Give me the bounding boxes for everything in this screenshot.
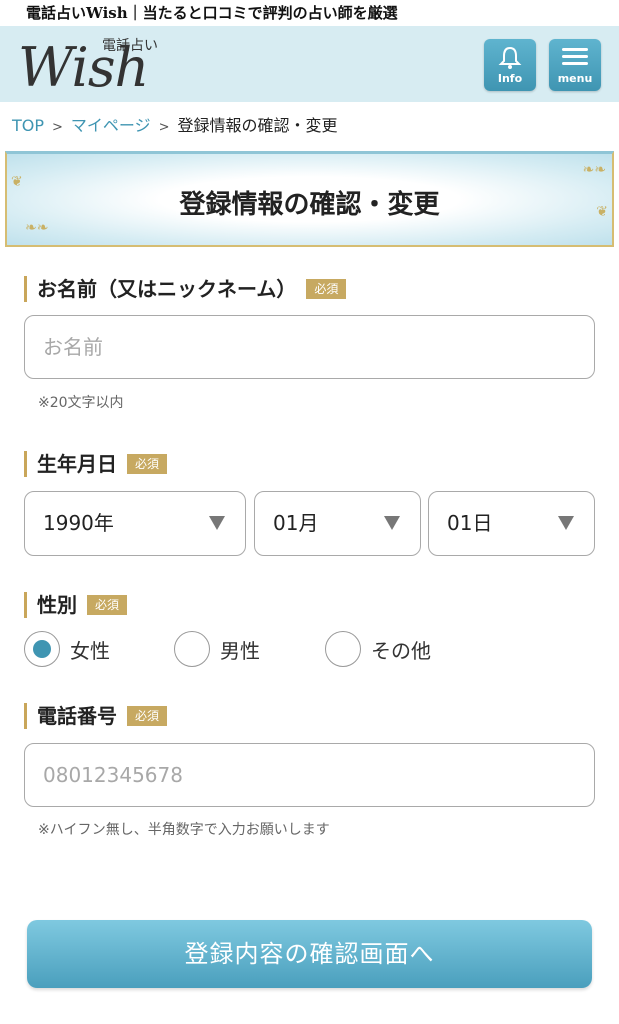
breadcrumb-separator: > xyxy=(52,120,63,135)
confirm-submit-button[interactable]: 登録内容の確認画面へ xyxy=(27,920,592,988)
radio-selected-icon xyxy=(24,631,60,667)
gender-radio-other[interactable]: その他 xyxy=(325,631,431,667)
required-badge: 必須 xyxy=(127,453,168,474)
breadcrumb-top[interactable]: TOP xyxy=(12,116,44,135)
radio-unselected-icon xyxy=(325,631,361,667)
birth-day-select[interactable]: 01日 xyxy=(428,491,595,556)
breadcrumb-separator: > xyxy=(158,120,170,135)
name-label-text: お名前（又はニックネーム） xyxy=(37,277,297,301)
radio-unselected-icon xyxy=(174,631,210,667)
leaf-ornament-icon: ❧❧ xyxy=(582,162,606,178)
chevron-down-icon xyxy=(558,516,574,530)
wish-logo[interactable]: Wish 電話占い xyxy=(14,32,184,99)
breadcrumb: TOP > マイページ > 登録情報の確認・変更 xyxy=(12,114,338,140)
birthdate-label-text: 生年月日 xyxy=(37,452,117,476)
phone-note: ※ハイフン無し、半角数字で入力お願いします xyxy=(38,822,330,838)
required-badge: 必須 xyxy=(87,594,128,615)
gender-radio-female[interactable]: 女性 xyxy=(24,631,110,667)
birth-day-value: 01日 xyxy=(447,511,493,535)
gender-radio-male[interactable]: 男性 xyxy=(174,631,260,667)
birth-month-value: 01月 xyxy=(273,511,319,535)
name-label: お名前（又はニックネーム） 必須 xyxy=(24,276,347,302)
breadcrumb-mypage[interactable]: マイページ xyxy=(71,116,151,135)
page-title-banner: ❦ ❧❧ ❧❧ ❦ 登録情報の確認・変更 xyxy=(5,151,614,247)
name-input[interactable] xyxy=(24,315,595,379)
gender-label: 性別 必須 xyxy=(24,592,128,618)
chevron-down-icon xyxy=(209,516,225,530)
birthdate-label: 生年月日 必須 xyxy=(24,451,168,477)
breadcrumb-current: 登録情報の確認・変更 xyxy=(177,116,338,135)
bell-icon xyxy=(484,45,536,71)
birth-year-value: 1990年 xyxy=(43,511,114,535)
info-label: Info xyxy=(497,72,523,85)
site-tagline: 電話占いWish｜当たると口コミで評判の占い師を厳選 xyxy=(26,4,398,22)
phone-label-text: 電話番号 xyxy=(37,704,117,728)
phone-input[interactable] xyxy=(24,743,595,807)
required-badge: 必須 xyxy=(306,278,347,299)
gender-option-label: 男性 xyxy=(220,638,260,663)
name-note: ※20文字以内 xyxy=(38,395,124,411)
gender-label-text: 性別 xyxy=(37,593,77,617)
gender-option-label: その他 xyxy=(371,638,431,663)
menu-button[interactable]: menu xyxy=(549,39,601,91)
site-header: Wish 電話占い Info menu xyxy=(0,26,619,102)
page-title: 登録情報の確認・変更 xyxy=(179,190,440,220)
gender-option-label: 女性 xyxy=(70,638,110,663)
info-button[interactable]: Info xyxy=(484,39,536,91)
birth-year-select[interactable]: 1990年 xyxy=(24,491,246,556)
required-badge: 必須 xyxy=(127,705,168,726)
phone-label: 電話番号 必須 xyxy=(24,703,168,729)
hamburger-icon xyxy=(549,45,601,71)
chevron-down-icon xyxy=(384,516,400,530)
leaf-ornament-icon: ❧❧ xyxy=(25,220,49,236)
birth-month-select[interactable]: 01月 xyxy=(254,491,421,556)
logo-subtext: 電話占い xyxy=(102,38,158,54)
menu-label: menu xyxy=(557,72,593,85)
